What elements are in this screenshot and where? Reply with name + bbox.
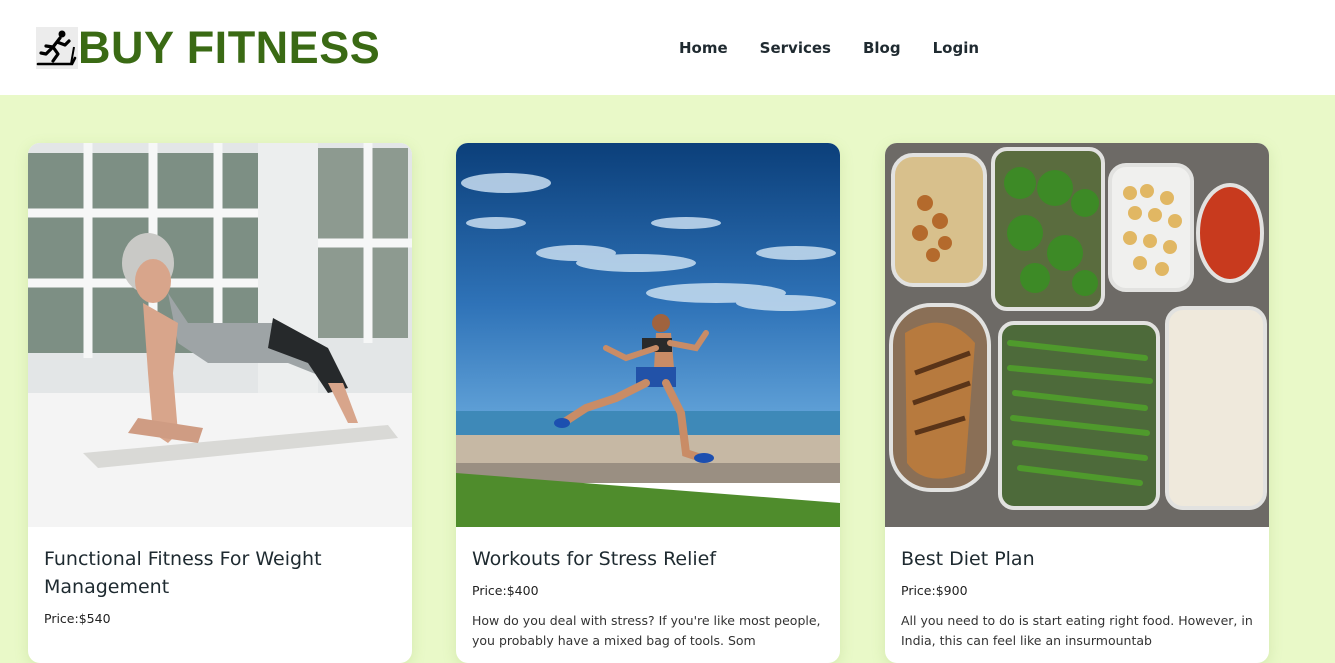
nav-home[interactable]: Home (679, 38, 728, 58)
meal-prep-containers-photo (885, 143, 1269, 527)
card-title[interactable]: Best Diet Plan (901, 545, 1253, 573)
nav-blog[interactable]: Blog (863, 38, 901, 58)
card-price: Price:$400 (472, 583, 539, 598)
nav-login[interactable]: Login (933, 38, 979, 58)
card-description: All you need to do is start eating right… (901, 613, 1253, 648)
site-header: BUY FITNESS Home Services Blog Login (0, 0, 1335, 95)
card-price: Price:$900 (901, 583, 968, 598)
card-body: Best Diet Plan Price:$900 All you need t… (885, 527, 1269, 651)
card-price: Price:$540 (44, 611, 111, 626)
treadmill-runner-icon (36, 27, 78, 69)
card-body: Functional Fitness For Weight Management… (28, 527, 412, 627)
main-nav: Home Services Blog Login (679, 38, 1011, 58)
card-title[interactable]: Functional Fitness For Weight Management (44, 545, 396, 601)
service-card-stress-relief[interactable]: Workouts for Stress Relief Price:$400 Ho… (456, 143, 840, 663)
card-title[interactable]: Workouts for Stress Relief (472, 545, 824, 573)
nav-services[interactable]: Services (760, 38, 831, 58)
woman-running-by-sea-photo (456, 143, 840, 527)
service-card-functional-fitness[interactable]: Functional Fitness For Weight Management… (28, 143, 412, 663)
card-description: How do you deal with stress? If you're l… (472, 613, 821, 648)
woman-doing-plank-photo (28, 143, 412, 527)
brand-name: BUY FITNESS (78, 22, 381, 73)
card-body: Workouts for Stress Relief Price:$400 Ho… (456, 527, 840, 651)
brand-logo[interactable]: BUY FITNESS (36, 22, 380, 74)
service-card-diet-plan[interactable]: Best Diet Plan Price:$900 All you need t… (885, 143, 1269, 663)
